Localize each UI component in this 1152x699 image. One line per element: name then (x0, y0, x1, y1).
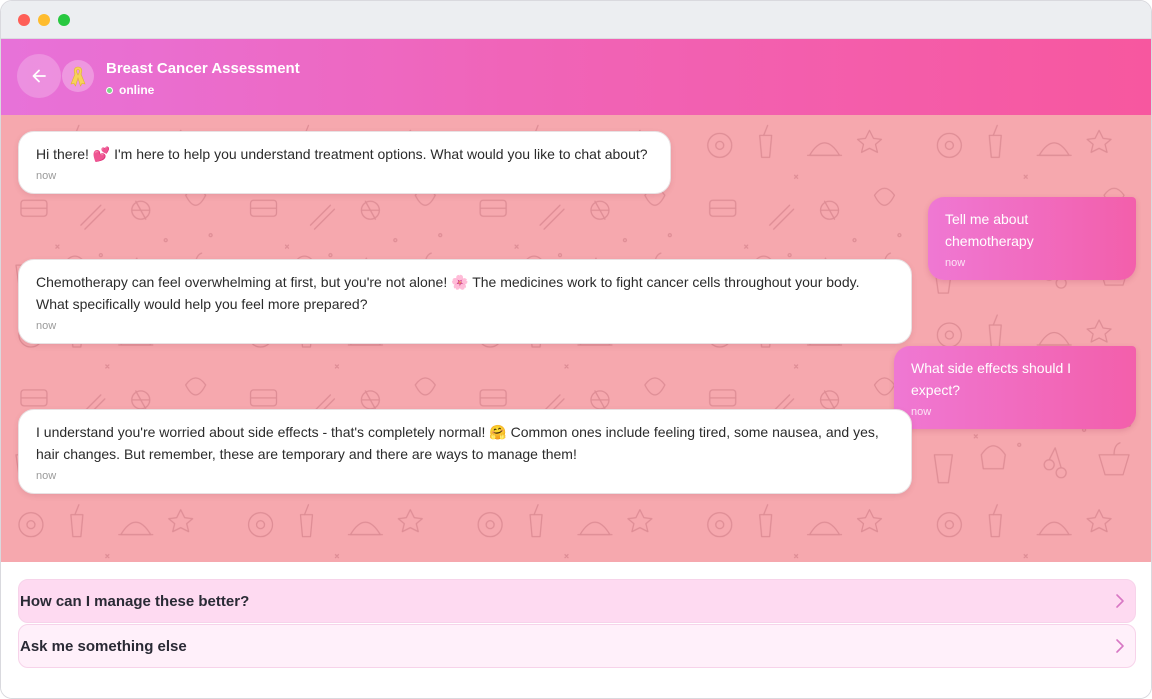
bot-message: I understand you're worried about side e… (18, 409, 912, 494)
back-button[interactable] (17, 54, 61, 98)
message-time: now (945, 257, 966, 269)
message-text: Tell me about chemotherapy (945, 211, 1034, 249)
message-time: now (36, 320, 57, 332)
quick-reply-button[interactable]: Ask me something else (18, 624, 1136, 668)
message-text: I understand you're worried about side e… (36, 424, 879, 462)
close-window-button[interactable] (18, 14, 30, 26)
quick-reply-button[interactable]: How can I manage these better? (18, 579, 1136, 623)
online-status: online (106, 83, 154, 97)
avatar (62, 60, 94, 92)
app-window: Breast Cancer Assessment online Hi there… (0, 0, 1152, 699)
quick-reply-label: Ask me something else (20, 637, 187, 655)
user-message: Tell me about chemotherapy now (928, 197, 1136, 280)
bot-message: Hi there! 💕 I'm here to help you underst… (18, 131, 671, 194)
window-titlebar (1, 1, 1151, 39)
message-time: now (36, 470, 57, 482)
message-text: What side effects should I expect? (911, 360, 1072, 398)
message-time: now (911, 406, 932, 418)
quick-replies-panel: How can I manage these better? Ask me so… (1, 562, 1151, 698)
chat-area[interactable]: Hi there! 💕 I'm here to help you underst… (1, 115, 1151, 562)
chat-title: Breast Cancer Assessment (106, 60, 300, 77)
awareness-ribbon-icon (70, 66, 86, 87)
message-time: now (36, 170, 57, 182)
maximize-window-button[interactable] (58, 14, 70, 26)
chat-header: Breast Cancer Assessment online (1, 39, 1151, 115)
status-label: online (119, 83, 155, 97)
chevron-right-icon (1116, 594, 1124, 608)
minimize-window-button[interactable] (38, 14, 50, 26)
chevron-right-icon (1116, 639, 1124, 653)
message-text: Hi there! 💕 I'm here to help you underst… (36, 146, 648, 162)
user-message: What side effects should I expect? now (894, 346, 1136, 429)
message-text: Chemotherapy can feel overwhelming at fi… (36, 274, 860, 312)
status-dot-icon (106, 86, 113, 94)
bot-message: Chemotherapy can feel overwhelming at fi… (18, 259, 912, 344)
arrow-left-icon (32, 69, 46, 83)
quick-reply-label: How can I manage these better? (20, 592, 250, 610)
